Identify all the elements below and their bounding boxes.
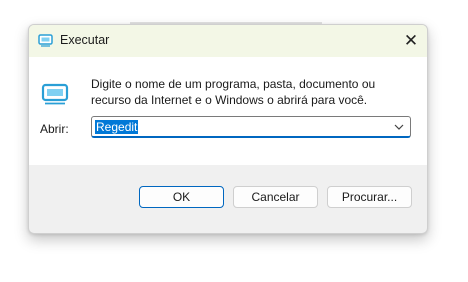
ok-button[interactable]: OK <box>139 186 224 208</box>
cancel-button[interactable]: Cancelar <box>233 186 318 208</box>
description-text: Digite o nome de um programa, pasta, doc… <box>91 77 376 107</box>
chevron-down-icon[interactable] <box>392 118 406 136</box>
browse-button[interactable]: Procurar... <box>327 186 412 208</box>
close-icon[interactable]: ✕ <box>404 31 418 51</box>
run-dialog: Executar ✕ Digite o nome de um programa,… <box>28 24 428 234</box>
window-title: Executar <box>60 33 110 47</box>
open-combobox[interactable]: Regedit <box>91 116 411 138</box>
open-input-value[interactable]: Regedit <box>95 120 139 134</box>
close-button[interactable]: ✕ <box>395 25 427 57</box>
run-icon <box>41 83 71 105</box>
titlebar[interactable]: Executar ✕ <box>29 25 427 57</box>
desktop: Executar ✕ Digite o nome de um programa,… <box>0 0 468 282</box>
open-label: Abrir: <box>40 122 69 136</box>
run-icon <box>38 34 53 47</box>
content-area: Digite o nome de um programa, pasta, doc… <box>29 57 427 165</box>
